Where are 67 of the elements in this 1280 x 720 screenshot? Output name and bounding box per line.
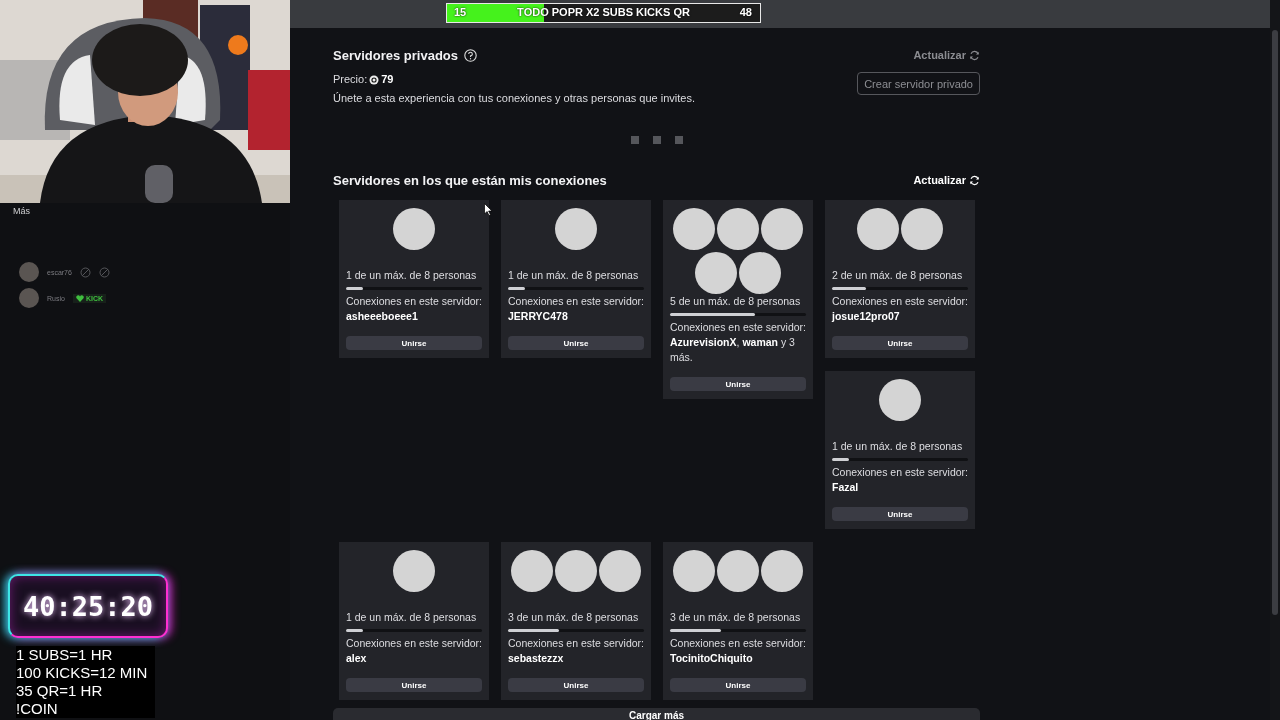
countdown-timer: 40:25:20 (8, 574, 168, 638)
connections-text: Conexiones en este servidor: alex (346, 636, 482, 666)
avatar-placeholder (857, 208, 899, 250)
badge-icon (79, 266, 91, 278)
join-button[interactable]: Unirse (346, 336, 482, 350)
rule-text: 100 KICKS=12 MIN (16, 664, 149, 682)
player-count: 3 de un máx. de 8 personas (670, 610, 802, 625)
avatar (19, 262, 39, 282)
avatar-placeholder (761, 550, 803, 592)
refresh-icon (969, 174, 980, 186)
goal-start: 15 (454, 5, 467, 20)
rule-text: 1 SUBS=1 HR (16, 646, 114, 664)
player-count: 1 de un máx. de 8 personas (346, 268, 478, 283)
description-text: Únete a esta experiencia con tus conexiones y otras personas que invites. (333, 91, 695, 106)
avatar-placeholder (511, 550, 553, 592)
connections-text: Conexiones en este servidor: Fazal (832, 465, 968, 495)
avatar-placeholder (717, 550, 759, 592)
price-label: Precio: (333, 72, 368, 87)
avatar-placeholder (879, 379, 921, 421)
player-count: 2 de un máx. de 8 personas (832, 268, 964, 283)
avatar-placeholder (901, 208, 943, 250)
rule-text: 35 QR=1 HR (16, 682, 104, 700)
avatar-placeholder (717, 208, 759, 250)
avatar-placeholder (739, 252, 781, 294)
join-button[interactable]: Unirse (670, 377, 806, 391)
join-button[interactable]: Unirse (508, 336, 644, 350)
avatar-placeholder (393, 550, 435, 592)
more-label: Más (13, 206, 30, 216)
section-title: Servidores en los que están mis conexiones (333, 172, 607, 188)
coin-icon (369, 74, 380, 85)
mouse-pointer-icon (484, 203, 493, 216)
rule-text: !COIN (16, 700, 59, 718)
connections-text: Conexiones en este servidor: josue12pro07 (832, 294, 968, 324)
avatar (19, 288, 39, 308)
join-button[interactable]: Unirse (832, 507, 968, 521)
join-button[interactable]: Unirse (670, 678, 806, 692)
badge-icon (98, 266, 110, 278)
player-count: 1 de un máx. de 8 personas (508, 268, 640, 283)
scrollbar[interactable] (1272, 30, 1278, 615)
avatar-placeholder (599, 550, 641, 592)
join-button[interactable]: Unirse (346, 678, 482, 692)
join-button[interactable]: Unirse (832, 336, 968, 350)
connections-text: Conexiones en este servidor: AzurevisionX, waman y 3 más. (670, 320, 806, 365)
help-icon[interactable] (464, 48, 477, 62)
player-count: 5 de un máx. de 8 personas (670, 294, 802, 309)
price-value: 79 (381, 72, 394, 87)
avatar-placeholder (555, 550, 597, 592)
player-count: 3 de un máx. de 8 personas (508, 610, 640, 625)
avatar-placeholder (761, 208, 803, 250)
avatar-placeholder (393, 208, 435, 250)
join-button[interactable]: Unirse (508, 678, 644, 692)
connections-text: Conexiones en este servidor: JERRYC478 (508, 294, 644, 324)
avatar-placeholder (673, 208, 715, 250)
avatar-placeholder (695, 252, 737, 294)
connections-text: Conexiones en este servidor: sebastezzx (508, 636, 644, 666)
goal-end: 48 (739, 5, 752, 20)
section-title: Servidores privados (333, 47, 458, 63)
refresh-button[interactable]: Actualizar (913, 174, 980, 186)
player-count: 1 de un máx. de 8 personas (346, 610, 478, 625)
connections-text: Conexiones en este servidor: TocinitoChiquito (670, 636, 806, 666)
connections-text: Conexiones en este servidor: asheeeboeee1 (346, 294, 482, 324)
player-count: 1 de un máx. de 8 personas (832, 439, 964, 454)
loading-indicator (630, 136, 683, 144)
avatar-placeholder (555, 208, 597, 250)
avatar-placeholder (673, 550, 715, 592)
refresh-icon (969, 49, 980, 61)
heart-icon (75, 294, 84, 302)
